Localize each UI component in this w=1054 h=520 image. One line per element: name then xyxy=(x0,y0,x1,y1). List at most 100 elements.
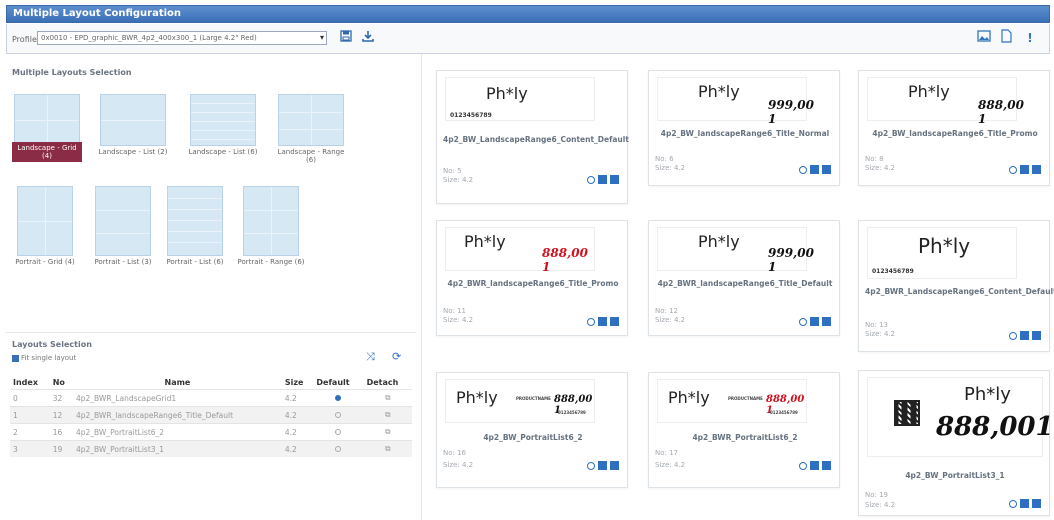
label-card[interactable]: Ph*ly 0123456789 4p2_BW_LandscapeRange6_… xyxy=(436,70,629,204)
window-titlebar: Multiple Layout Configuration xyxy=(6,5,1050,23)
layout-thumbnail xyxy=(95,186,151,256)
select-icon[interactable] xyxy=(822,165,831,174)
label-card[interactable]: Ph*ly 888,00 1 4p2_BW_landscapeRange6_Ti… xyxy=(858,70,1050,186)
select-icon[interactable] xyxy=(822,317,831,326)
edit-icon[interactable] xyxy=(598,317,607,326)
fit-single-layout-label: Fit single layout xyxy=(21,354,77,362)
table-row[interactable]: 0 32 4p2_BWR_LandscapeGrid1 4.2 ⧉ xyxy=(10,389,412,407)
select-icon[interactable] xyxy=(1032,165,1041,174)
info-icon[interactable]: ! xyxy=(1021,29,1039,47)
edit-icon[interactable] xyxy=(598,175,607,184)
label-card[interactable]: Ph*ly PRODUCTNAME 888,00 1 0123456789 4p… xyxy=(648,372,840,488)
row-index: 0 xyxy=(10,389,50,407)
profile-select[interactable]: 0x0010 - EPD_graphic_BWR_4p2_400x300_1 (… xyxy=(37,31,327,45)
layout-no: No: 16 xyxy=(443,449,467,457)
layout-option-portrait-grid[interactable]: Portrait - Grid (4) xyxy=(10,186,80,266)
edit-icon[interactable] xyxy=(1020,331,1029,340)
price: 999,00 1 xyxy=(768,246,814,274)
label-preview: Ph*ly 888,001 xyxy=(867,377,1054,457)
detach-icon[interactable]: ⧉ xyxy=(363,389,412,407)
layout-option-portrait-range-6[interactable]: Portrait - Range (6) xyxy=(236,186,306,266)
layout-size: Size: 4.2 xyxy=(443,176,474,184)
layout-name: 4p2_BWR_landscapeRange6_Title_Default xyxy=(657,279,833,288)
select-icon[interactable] xyxy=(610,175,619,184)
price: 999,00 1 xyxy=(768,98,814,126)
detach-icon[interactable]: ⧉ xyxy=(363,440,412,457)
label-card[interactable]: Ph*ly 999,00 1 4p2_BWR_landscapeRange6_T… xyxy=(648,220,840,336)
layout-option-landscape-grid[interactable]: Landscape - Grid (4) xyxy=(12,94,82,162)
label-card[interactable]: Ph*ly PRODUCTNAME 888,00 1 0123456789 4p… xyxy=(436,372,628,488)
layout-option-label: Portrait - Range (6) xyxy=(237,258,305,266)
layout-no: No: 12 xyxy=(655,307,679,315)
table-row[interactable]: 3 19 4p2_BW_PortraitList3_1 4.2 ⧉ xyxy=(10,440,412,457)
default-radio[interactable] xyxy=(313,389,364,407)
select-icon[interactable] xyxy=(610,461,619,470)
table-row[interactable]: 2 16 4p2_BW_PortraitList6_2 4.2 ⧉ xyxy=(10,423,412,441)
select-icon[interactable] xyxy=(1032,499,1041,508)
layout-thumbnail xyxy=(100,94,166,146)
table-header-row: Index No Name Size Default Detach xyxy=(10,376,412,390)
preview-icon[interactable] xyxy=(799,165,807,174)
radio-icon xyxy=(335,428,342,435)
preview-icon[interactable] xyxy=(587,461,595,470)
row-name: 4p2_BWR_LandscapeGrid1 xyxy=(73,389,282,407)
edit-icon[interactable] xyxy=(1020,499,1029,508)
table-row[interactable]: 1 12 4p2_BWR_landscapeRange6_Title_Defau… xyxy=(10,406,412,424)
image-icon[interactable] xyxy=(975,29,993,47)
default-radio[interactable] xyxy=(313,406,364,424)
edit-icon[interactable] xyxy=(810,165,819,174)
row-size: 4.2 xyxy=(281,406,314,424)
preview-icon[interactable] xyxy=(799,317,807,326)
preview-icon[interactable] xyxy=(1009,165,1017,174)
label-card[interactable]: Ph*ly 888,001 4p2_BW_PortraitList3_1 No:… xyxy=(858,370,1054,516)
layout-option-portrait-list-6[interactable]: Portrait - List (6) xyxy=(160,186,230,266)
label-card[interactable]: Ph*ly 0123456789 4p2_BWR_LandscapeRange6… xyxy=(858,220,1054,352)
row-name: 4p2_BW_PortraitList6_2 xyxy=(73,423,282,441)
detach-icon[interactable]: ⧉ xyxy=(363,423,412,441)
layout-option-landscape-list-2[interactable]: Landscape - List (2) xyxy=(98,94,168,156)
column-header: Detach xyxy=(366,378,399,387)
row-name: 4p2_BWR_landscapeRange6_Title_Default xyxy=(73,406,282,424)
shuffle-icon[interactable]: ⤨ xyxy=(366,350,375,364)
select-icon[interactable] xyxy=(822,461,831,470)
default-radio[interactable] xyxy=(313,423,364,441)
select-icon[interactable] xyxy=(610,317,619,326)
refresh-icon[interactable]: ⟳ xyxy=(392,350,401,363)
layout-option-label: Portrait - Grid (4) xyxy=(15,258,75,266)
label-preview: Ph*ly 999,00 1 xyxy=(657,227,814,274)
layout-option-portrait-list-3[interactable]: Portrait - List (3) xyxy=(88,186,158,266)
product-name: Ph*ly xyxy=(698,82,740,101)
layout-option-label: Landscape - List (6) xyxy=(188,148,258,156)
row-name: 4p2_BW_PortraitList3_1 xyxy=(73,440,282,457)
label-card[interactable]: Ph*ly 999,00 1 4p2_BW_landscapeRange6_Ti… xyxy=(648,70,840,186)
edit-icon[interactable] xyxy=(810,317,819,326)
layout-option-landscape-range-6[interactable]: Landscape - Range (6) xyxy=(276,94,346,164)
detach-icon[interactable]: ⧉ xyxy=(363,406,412,424)
preview-icon[interactable] xyxy=(799,461,807,470)
page-icon[interactable] xyxy=(997,29,1015,47)
edit-icon[interactable] xyxy=(810,461,819,470)
default-radio[interactable] xyxy=(313,440,364,457)
preview-icon[interactable] xyxy=(1009,499,1017,508)
layout-option-label: Landscape - List (2) xyxy=(98,148,168,156)
fit-single-layout-checkbox[interactable]: Fit single layout xyxy=(12,354,76,362)
product-name: Ph*ly xyxy=(486,84,528,103)
label-card[interactable]: Ph*ly 888,00 1 4p2_BWR_landscapeRange6_T… xyxy=(436,220,628,336)
download-icon[interactable] xyxy=(359,29,377,47)
brand-text: PRODUCTNAME xyxy=(728,396,763,401)
preview-icon[interactable] xyxy=(587,317,595,326)
column-header: Default xyxy=(316,378,350,387)
edit-icon[interactable] xyxy=(598,461,607,470)
layout-size: Size: 4.2 xyxy=(443,316,474,324)
layout-option-landscape-list-6[interactable]: Landscape - List (6) xyxy=(188,94,258,156)
card-actions xyxy=(1006,499,1041,509)
product-name: Ph*ly xyxy=(456,388,498,407)
preview-icon[interactable] xyxy=(1009,331,1017,340)
preview-icon[interactable] xyxy=(587,175,595,184)
row-index: 2 xyxy=(10,423,50,441)
select-icon[interactable] xyxy=(1032,331,1041,340)
brand-text: PRODUCTNAME xyxy=(516,396,551,401)
floppy-disk-icon[interactable] xyxy=(337,29,355,47)
column-header: Index xyxy=(13,378,38,387)
edit-icon[interactable] xyxy=(1020,165,1029,174)
